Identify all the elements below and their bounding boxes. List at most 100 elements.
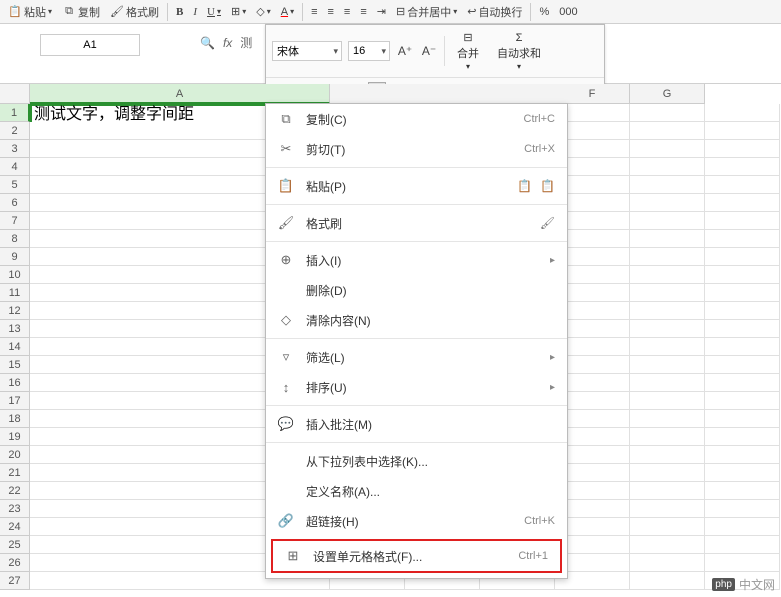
font-name-select[interactable]: 宋体 — [272, 41, 342, 61]
cm-format-painter[interactable]: 🖌 格式刷 🖌 — [266, 208, 567, 238]
zoom-icon[interactable]: 🔍 — [200, 36, 215, 50]
cell[interactable] — [705, 554, 780, 572]
cell[interactable] — [705, 248, 780, 266]
cell[interactable] — [630, 500, 705, 518]
row-header[interactable]: 11 — [0, 284, 30, 302]
increase-font-icon[interactable]: A⁺ — [396, 42, 414, 60]
row-header[interactable]: 19 — [0, 428, 30, 446]
cell[interactable] — [630, 266, 705, 284]
cm-clear[interactable]: ◇ 清除内容(N) — [266, 305, 567, 335]
row-header[interactable]: 4 — [0, 158, 30, 176]
row-header[interactable]: 18 — [0, 410, 30, 428]
cell[interactable] — [630, 320, 705, 338]
cell[interactable] — [630, 158, 705, 176]
row-header[interactable]: 27 — [0, 572, 30, 590]
merge-center-button[interactable]: ⊟ 合并居中▾ — [392, 2, 461, 22]
fx-icon[interactable]: fx — [223, 36, 232, 50]
column-header-a[interactable]: A — [30, 84, 330, 104]
align-center-button[interactable]: ≡ — [356, 4, 370, 20]
cell[interactable] — [705, 158, 780, 176]
name-box[interactable]: A1 — [40, 34, 140, 56]
cell[interactable] — [705, 392, 780, 410]
cm-hyperlink[interactable]: 🔗 超链接(H) Ctrl+K — [266, 506, 567, 536]
percent-button[interactable]: % — [535, 4, 553, 20]
row-header[interactable]: 2 — [0, 122, 30, 140]
row-header[interactable]: 10 — [0, 266, 30, 284]
align-left-button[interactable]: ≡ — [340, 4, 354, 20]
cell[interactable] — [630, 176, 705, 194]
cell[interactable] — [630, 140, 705, 158]
cm-sort[interactable]: ↕ 排序(U) — [266, 372, 567, 402]
cell[interactable] — [705, 194, 780, 212]
row-header[interactable]: 12 — [0, 302, 30, 320]
paste-button[interactable]: 📋粘贴▾ — [4, 2, 56, 22]
row-header[interactable]: 1 — [0, 104, 30, 122]
italic-button[interactable]: I — [189, 4, 201, 20]
cell[interactable] — [705, 122, 780, 140]
cell[interactable] — [630, 194, 705, 212]
cell[interactable] — [705, 302, 780, 320]
cell[interactable] — [705, 176, 780, 194]
cell[interactable] — [705, 446, 780, 464]
select-all-corner[interactable] — [0, 84, 30, 104]
column-header-g[interactable]: G — [630, 84, 705, 104]
row-header[interactable]: 17 — [0, 392, 30, 410]
fill-color-button[interactable]: ◇▾ — [252, 3, 274, 20]
cell[interactable] — [705, 356, 780, 374]
cell[interactable] — [705, 140, 780, 158]
cell[interactable] — [630, 428, 705, 446]
cell[interactable] — [630, 212, 705, 230]
cell[interactable] — [630, 518, 705, 536]
cell[interactable] — [630, 284, 705, 302]
cell[interactable] — [630, 230, 705, 248]
cell[interactable] — [705, 230, 780, 248]
decrease-font-icon[interactable]: A⁻ — [420, 42, 438, 60]
cell[interactable] — [630, 446, 705, 464]
thousands-button[interactable]: 000 — [555, 4, 581, 20]
row-header[interactable]: 3 — [0, 140, 30, 158]
cm-format-cells[interactable]: ⊞ 设置单元格格式(F)... Ctrl+1 — [273, 541, 560, 571]
column-header-f[interactable]: F — [555, 84, 630, 104]
format-painter-extra-icon[interactable]: 🖌 — [540, 216, 555, 230]
align-top-button[interactable]: ≡ — [307, 4, 321, 20]
paste-special-icon-2[interactable]: 📋 — [540, 179, 555, 193]
cell[interactable] — [630, 338, 705, 356]
cell[interactable] — [705, 410, 780, 428]
cell[interactable] — [630, 572, 705, 590]
format-painter-button[interactable]: 🖌格式刷 — [106, 2, 163, 22]
cell[interactable] — [705, 482, 780, 500]
cell[interactable] — [705, 212, 780, 230]
cm-delete[interactable]: 删除(D) — [266, 275, 567, 305]
cell[interactable] — [630, 464, 705, 482]
autosum-button[interactable]: Σ自动求和▾ — [491, 30, 547, 73]
cm-copy[interactable]: ⧉ 复制(C) Ctrl+C — [266, 104, 567, 134]
cell[interactable] — [705, 428, 780, 446]
row-header[interactable]: 14 — [0, 338, 30, 356]
cell[interactable] — [705, 266, 780, 284]
cell[interactable] — [630, 554, 705, 572]
row-header[interactable]: 7 — [0, 212, 30, 230]
cm-define-name[interactable]: 定义名称(A)... — [266, 476, 567, 506]
cell[interactable] — [705, 518, 780, 536]
cell[interactable] — [705, 284, 780, 302]
align-middle-button[interactable]: ≡ — [324, 4, 338, 20]
cell[interactable] — [630, 302, 705, 320]
row-header[interactable]: 24 — [0, 518, 30, 536]
merge-button[interactable]: ⊟合并▾ — [451, 29, 485, 73]
row-header[interactable]: 15 — [0, 356, 30, 374]
cell[interactable] — [705, 500, 780, 518]
cm-insert[interactable]: ⊕ 插入(I) — [266, 245, 567, 275]
row-header[interactable]: 13 — [0, 320, 30, 338]
cell[interactable] — [630, 104, 705, 122]
row-header[interactable]: 20 — [0, 446, 30, 464]
cm-filter[interactable]: ▿ 筛选(L) — [266, 342, 567, 372]
cell[interactable] — [630, 410, 705, 428]
cell[interactable] — [705, 338, 780, 356]
underline-button[interactable]: U▾ — [203, 4, 225, 20]
row-header[interactable]: 16 — [0, 374, 30, 392]
cell[interactable] — [630, 536, 705, 554]
font-color-button[interactable]: A▾ — [277, 4, 298, 20]
row-header[interactable]: 21 — [0, 464, 30, 482]
border-button[interactable]: ⊞▾ — [227, 3, 250, 20]
cell[interactable] — [705, 536, 780, 554]
